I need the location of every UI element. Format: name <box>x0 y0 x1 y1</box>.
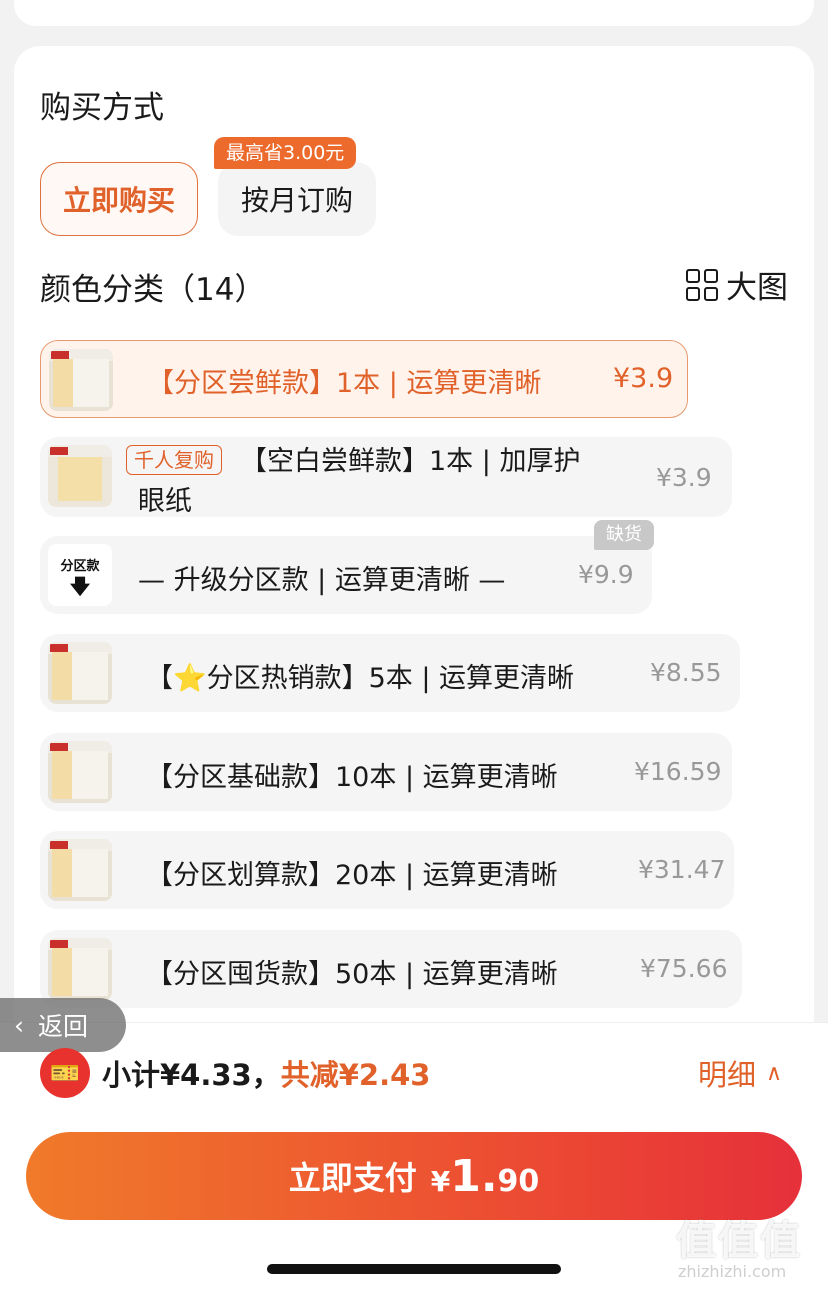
product-thumbnail <box>48 938 112 1000</box>
option-price: ¥75.66 <box>640 954 728 983</box>
back-button[interactable]: ‹ 返回 <box>0 998 126 1052</box>
chevron-left-icon: ‹ <box>14 1010 24 1040</box>
option-label-line2: 眼纸 <box>138 486 192 517</box>
option-price: ¥8.55 <box>650 658 722 687</box>
previous-card <box>14 0 814 26</box>
purchase-method-title: 购买方式 <box>40 90 164 126</box>
chevron-up-icon: ∧ <box>766 1060 783 1086</box>
buy-now-option[interactable]: 立即购买 <box>40 162 198 236</box>
pay-now-button[interactable]: 立即支付 ¥1. 90 <box>26 1132 802 1220</box>
thumbnail-text: 分区款 <box>60 558 100 574</box>
color-option[interactable]: 【分区划算款】20本 | 运算更清晰 ¥31.47 <box>40 831 734 909</box>
option-label: 【空白尝鲜款】1本 | 加厚护 <box>240 446 581 477</box>
out-of-stock-badge: 缺货 <box>594 520 654 550</box>
color-option[interactable]: 【分区囤货款】50本 | 运算更清晰 ¥75.66 <box>40 930 742 1008</box>
product-thumbnail <box>48 642 112 704</box>
option-label: 【分区基础款】10本 | 运算更清晰 <box>146 762 558 793</box>
option-label: 【⭐分区热销款】5本 | 运算更清晰 <box>146 663 575 694</box>
pay-decimals: 90 <box>497 1163 540 1199</box>
option-price: ¥9.9 <box>578 560 634 589</box>
watermark-url: zhizhizhi.com <box>678 1262 787 1281</box>
option-label: — 升级分区款 | 运算更清晰 — <box>138 565 506 596</box>
pay-currency: ¥ <box>430 1164 451 1198</box>
watermark-logo: 值值值 <box>676 1218 802 1264</box>
monthly-subscribe-option[interactable]: 按月订购 <box>218 162 376 236</box>
pay-amount: ¥1. 90 <box>431 1151 540 1202</box>
option-label: 【分区划算款】20本 | 运算更清晰 <box>146 860 558 891</box>
pay-integer: 1. <box>450 1150 498 1202</box>
detail-label: 明细 <box>698 1058 757 1092</box>
option-price: ¥31.47 <box>638 855 726 884</box>
color-category-title: 颜色分类（14） <box>40 272 266 308</box>
color-option[interactable]: 分区款 🡇 — 升级分区款 | 运算更清晰 — ¥9.9 <box>40 536 652 614</box>
option-price: ¥16.59 <box>634 757 722 786</box>
option-price: ¥3.9 <box>656 463 712 492</box>
color-option[interactable]: 【分区尝鲜款】1本 | 运算更清晰 ¥3.9 <box>40 340 688 418</box>
product-thumbnail <box>48 741 112 803</box>
home-indicator[interactable] <box>267 1264 561 1274</box>
product-thumbnail: 分区款 🡇 <box>48 544 112 606</box>
color-option[interactable]: 千人复购 【空白尝鲜款】1本 | 加厚护 眼纸 ¥3.9 <box>40 437 732 517</box>
option-label: 【分区尝鲜款】1本 | 运算更清晰 <box>147 368 542 399</box>
color-option[interactable]: 【⭐分区热销款】5本 | 运算更清晰 ¥8.55 <box>40 634 740 712</box>
repurchase-tag: 千人复购 <box>126 445 222 475</box>
subtotal-summary: 小计¥4.33，共减¥2.43 <box>102 1052 430 1094</box>
pay-label: 立即支付 <box>288 1159 417 1197</box>
detail-toggle[interactable]: 明细 ∧ <box>698 1052 782 1094</box>
option-label: 【分区囤货款】50本 | 运算更清晰 <box>146 959 558 990</box>
down-arrow-icon: 🡇 <box>69 573 91 598</box>
color-option[interactable]: 【分区基础款】10本 | 运算更清晰 ¥16.59 <box>40 733 732 811</box>
discount-text: 共减¥2.43 <box>280 1058 431 1092</box>
grid-view-icon <box>686 268 718 301</box>
big-image-label: 大图 <box>726 270 788 306</box>
product-thumbnail <box>48 839 112 901</box>
coupon-ticket-icon: 🎫 <box>40 1048 90 1098</box>
big-image-toggle[interactable]: 大图 <box>686 262 788 307</box>
max-save-badge: 最高省3.00元 <box>214 137 357 169</box>
back-label: 返回 <box>38 1012 89 1041</box>
product-thumbnail <box>49 349 113 411</box>
product-thumbnail <box>48 445 112 507</box>
subtotal-text: 小计¥4.33， <box>102 1058 281 1092</box>
option-price: ¥3.9 <box>613 363 674 394</box>
